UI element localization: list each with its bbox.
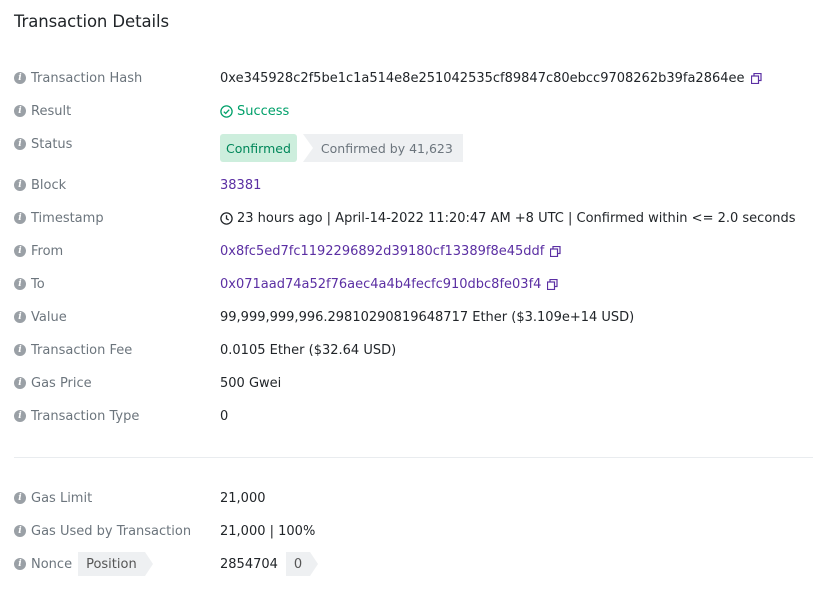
- info-icon[interactable]: i: [14, 410, 26, 422]
- transaction-type-value: 0: [220, 408, 229, 424]
- label-gas-used: Gas Used by Transaction: [31, 523, 192, 539]
- label-transaction-fee: Transaction Fee: [31, 342, 133, 358]
- label-gas-price: Gas Price: [31, 375, 92, 391]
- row-gas-limit: i Gas Limit 21,000: [14, 486, 804, 510]
- label-from: From: [31, 243, 64, 259]
- transaction-fee-value: 0.0105 Ether ($32.64 USD): [220, 342, 397, 358]
- info-icon[interactable]: i: [14, 105, 26, 117]
- row-timestamp: i Timestamp 23 hours ago | April-14-2022 …: [14, 206, 804, 230]
- row-gas-used: i Gas Used by Transaction 21,000 | 100%: [14, 519, 804, 543]
- from-address-link[interactable]: 0x8fc5ed7fc1192296892d39180cf13389f8e45d…: [220, 244, 544, 259]
- info-icon[interactable]: i: [14, 377, 26, 389]
- info-icon[interactable]: i: [14, 558, 26, 570]
- result-value: Success: [237, 103, 290, 119]
- row-transaction-fee: i Transaction Fee 0.0105 Ether ($32.64 US…: [14, 338, 804, 362]
- position-tag: Position: [78, 552, 153, 576]
- info-icon[interactable]: i: [14, 278, 26, 290]
- row-result: i Result Success: [14, 99, 804, 123]
- block-link[interactable]: 38381: [220, 178, 261, 193]
- label-value: Value: [31, 309, 67, 325]
- copy-icon[interactable]: [750, 72, 762, 84]
- info-icon[interactable]: i: [14, 311, 26, 323]
- to-address-link[interactable]: 0x071aad74a52f76aec4a4b4fecfc910dbc8fe03…: [220, 277, 541, 292]
- label-block: Block: [31, 177, 67, 193]
- copy-icon[interactable]: [547, 278, 559, 290]
- gas-price-value: 500 Gwei: [220, 375, 282, 391]
- row-value: i Value 99,999,999,996.29810290819648717 …: [14, 305, 804, 329]
- row-nonce: i Nonce Position 2854704 0: [14, 552, 804, 576]
- page-title: Transaction Details: [14, 12, 169, 31]
- status-badge: Confirmed: [220, 134, 297, 162]
- gas-used-value: 21,000 | 100%: [220, 523, 316, 539]
- label-gas-limit: Gas Limit: [31, 490, 93, 506]
- info-icon[interactable]: i: [14, 72, 26, 84]
- label-transaction-type: Transaction Type: [31, 408, 140, 424]
- transaction-hash-value: 0xe345928c2f5be1c1a514e8e251042535cf8984…: [220, 70, 745, 86]
- label-result: Result: [31, 103, 72, 119]
- row-to: i To 0x071aad74a52f76aec4a4b4fecfc910dbc8…: [14, 272, 804, 296]
- position-value-tag: 0: [285, 552, 319, 576]
- nonce-value: 2854704: [220, 556, 278, 572]
- check-circle-icon: [220, 104, 233, 118]
- section-divider: [14, 457, 813, 458]
- value-amount: 99,999,999,996.29810290819648717 Ether (…: [220, 309, 635, 325]
- row-transaction-hash: i Transaction Hash 0xe345928c2f5be1c1a514…: [14, 66, 804, 90]
- copy-icon[interactable]: [550, 245, 561, 257]
- label-transaction-hash: Transaction Hash: [31, 70, 143, 86]
- info-icon[interactable]: i: [14, 212, 26, 224]
- clock-icon: [220, 211, 233, 225]
- row-block: i Block 38381: [14, 173, 804, 197]
- row-gas-price: i Gas Price 500 Gwei: [14, 371, 804, 395]
- row-transaction-type: i Transaction Type 0: [14, 404, 804, 428]
- label-nonce: Nonce: [31, 556, 73, 572]
- confirmations-tag: Confirmed by 41,623: [302, 134, 463, 162]
- label-to: To: [31, 276, 45, 292]
- info-icon[interactable]: i: [14, 344, 26, 356]
- timestamp-value: 23 hours ago | April-14-2022 11:20:47 AM…: [237, 210, 796, 226]
- info-icon[interactable]: i: [14, 138, 26, 150]
- info-icon[interactable]: i: [14, 492, 26, 504]
- label-status: Status: [31, 136, 73, 152]
- label-timestamp: Timestamp: [31, 210, 104, 226]
- row-from: i From 0x8fc5ed7fc1192296892d39180cf13389…: [14, 239, 804, 263]
- info-icon[interactable]: i: [14, 179, 26, 191]
- row-status: i Status Confirmed Confirmed by 41,623: [14, 132, 804, 164]
- info-icon[interactable]: i: [14, 525, 26, 537]
- info-icon[interactable]: i: [14, 245, 26, 257]
- gas-limit-value: 21,000: [220, 490, 266, 506]
